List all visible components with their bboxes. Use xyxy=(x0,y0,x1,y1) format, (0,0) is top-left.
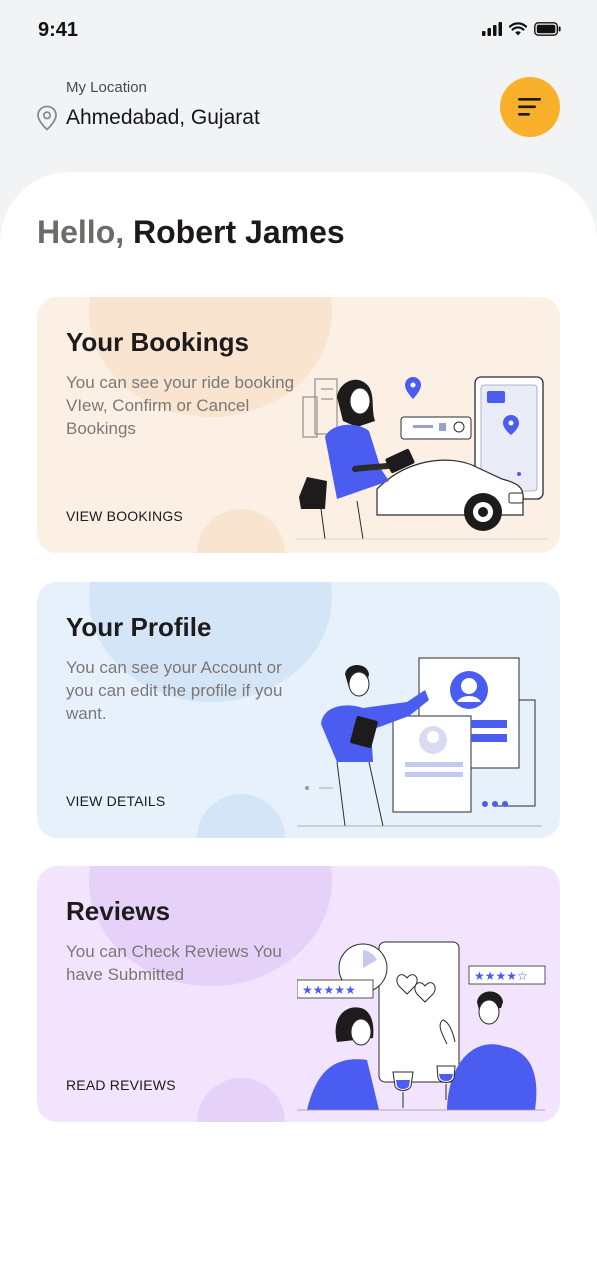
card-title: Your Bookings xyxy=(66,327,249,357)
greeting: Hello, Robert James xyxy=(37,214,345,251)
svg-text:★★★★☆: ★★★★☆ xyxy=(474,969,528,983)
reviews-card[interactable]: Reviews You can Check Reviews You have S… xyxy=(37,866,560,1122)
signal-icon xyxy=(482,22,502,36)
decor-circle xyxy=(197,794,285,838)
bookings-card[interactable]: Your Bookings You can see your ride book… xyxy=(37,297,560,553)
location-label: My Location xyxy=(66,79,147,96)
profile-edit-illustration xyxy=(297,657,542,827)
card-title: Your Profile xyxy=(66,612,212,642)
menu-button[interactable] xyxy=(500,77,560,137)
view-details-link[interactable]: VIEW DETAILS xyxy=(66,793,165,809)
reviews-couple-illustration: ★★★★★ ★★★★☆ xyxy=(297,941,546,1111)
location-pin-icon xyxy=(37,105,57,131)
svg-text:★★★★★: ★★★★★ xyxy=(302,983,356,997)
battery-icon xyxy=(534,22,561,36)
profile-card[interactable]: Your Profile You can see your Account or… xyxy=(37,582,560,838)
read-reviews-link[interactable]: READ REVIEWS xyxy=(66,1077,176,1093)
card-description: You can Check Reviews You have Submitted xyxy=(66,942,282,984)
greeting-hello: Hello, xyxy=(37,214,125,250)
decor-circle xyxy=(197,509,285,553)
status-bar: 9:41 xyxy=(0,0,597,62)
card-description: You can see your Account or you can edit… xyxy=(66,658,283,723)
decor-circle xyxy=(197,1078,285,1122)
booking-ride-illustration xyxy=(297,376,547,540)
greeting-name: Robert James xyxy=(133,214,345,250)
card-title: Reviews xyxy=(66,896,171,926)
view-bookings-link[interactable]: VIEW BOOKINGS xyxy=(66,508,183,524)
wifi-icon xyxy=(509,22,527,36)
menu-icon xyxy=(518,98,541,116)
main-sheet: Hello, Robert James Your Bookings You ca… xyxy=(0,172,597,1280)
status-icons xyxy=(482,22,561,36)
card-description: You can see your ride booking VIew, Conf… xyxy=(66,373,295,438)
status-time: 9:41 xyxy=(38,19,79,41)
location-value[interactable]: Ahmedabad, Gujarat xyxy=(66,106,260,130)
location-header: My Location Ahmedabad, Gujarat xyxy=(0,62,597,182)
